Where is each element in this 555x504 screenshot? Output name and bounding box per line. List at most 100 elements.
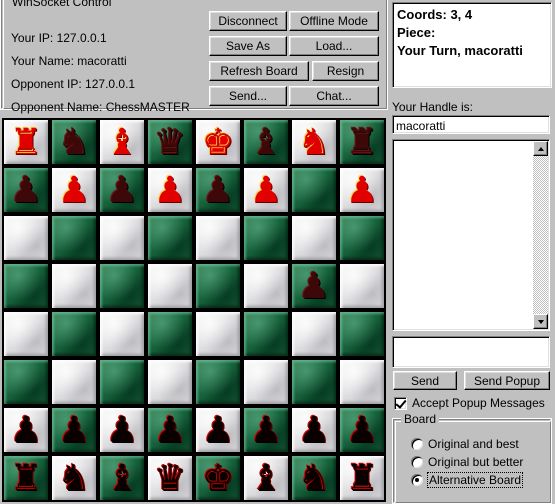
chat-button[interactable]: Chat...	[289, 86, 379, 106]
board-square-f1[interactable]: ♝	[242, 454, 290, 502]
board-square-e5[interactable]	[194, 262, 242, 310]
piece-red-rook[interactable]: ♜	[2, 118, 50, 166]
board-square-b8[interactable]: ♞	[50, 118, 98, 166]
board-square-f8[interactable]: ♝	[242, 118, 290, 166]
board-square-e2[interactable]: ♟	[194, 406, 242, 454]
board-square-g4[interactable]	[290, 310, 338, 358]
board-square-h6[interactable]	[338, 214, 386, 262]
piece-red-king[interactable]: ♚	[194, 118, 242, 166]
piece-maroon-queen[interactable]: ♛	[146, 118, 194, 166]
radio-alternative-board[interactable]: Alternative Board	[411, 472, 524, 488]
board-square-b3[interactable]	[50, 358, 98, 406]
board-square-d3[interactable]	[146, 358, 194, 406]
board-square-c3[interactable]	[98, 358, 146, 406]
piece-maroon-bishop[interactable]: ♝	[242, 118, 290, 166]
board-square-g1[interactable]: ♞	[290, 454, 338, 502]
board-square-c1[interactable]: ♝	[98, 454, 146, 502]
board-square-h5[interactable]	[338, 262, 386, 310]
board-square-c8[interactable]: ♝	[98, 118, 146, 166]
board-square-f6[interactable]	[242, 214, 290, 262]
message-log-scrollbar[interactable]	[533, 141, 548, 329]
piece-blackred-bishop[interactable]: ♝	[98, 454, 146, 502]
scroll-down-icon[interactable]	[533, 314, 548, 329]
board-square-g5[interactable]: ♟	[290, 262, 338, 310]
board-square-c2[interactable]: ♟	[98, 406, 146, 454]
board-square-g7[interactable]	[290, 166, 338, 214]
refresh-board-button[interactable]: Refresh Board	[209, 61, 309, 81]
radio-original-and-best[interactable]: Original and best	[411, 437, 519, 451]
board-square-d2[interactable]: ♟	[146, 406, 194, 454]
board-square-f7[interactable]: ♟	[242, 166, 290, 214]
board-square-b1[interactable]: ♞	[50, 454, 98, 502]
piece-blackred-rook[interactable]: ♜	[2, 454, 50, 502]
board-square-d4[interactable]	[146, 310, 194, 358]
board-square-h2[interactable]: ♟	[338, 406, 386, 454]
piece-red-pawn[interactable]: ♟	[242, 166, 290, 214]
piece-maroon-pawn[interactable]: ♟	[194, 166, 242, 214]
board-square-e1[interactable]: ♚	[194, 454, 242, 502]
radio-alternative-board-indicator[interactable]	[411, 474, 423, 486]
piece-blackred-pawn[interactable]: ♟	[98, 406, 146, 454]
board-square-b7[interactable]: ♟	[50, 166, 98, 214]
disconnect-button[interactable]: Disconnect	[209, 11, 287, 31]
board-square-c4[interactable]	[98, 310, 146, 358]
board-square-e7[interactable]: ♟	[194, 166, 242, 214]
piece-blackred-pawn[interactable]: ♟	[2, 406, 50, 454]
board-square-a3[interactable]	[2, 358, 50, 406]
piece-maroon-pawn[interactable]: ♟	[98, 166, 146, 214]
board-square-g8[interactable]: ♞	[290, 118, 338, 166]
board-square-f5[interactable]	[242, 262, 290, 310]
board-square-d7[interactable]: ♟	[146, 166, 194, 214]
board-square-h3[interactable]	[338, 358, 386, 406]
piece-maroon-knight[interactable]: ♞	[50, 118, 98, 166]
message-input[interactable]	[392, 336, 550, 368]
accept-popup-checkbox-row[interactable]: Accept Popup Messages	[394, 396, 545, 410]
piece-maroon-pawn[interactable]: ♟	[290, 262, 338, 310]
radio-original-but-better[interactable]: Original but better	[411, 455, 523, 469]
piece-red-bishop[interactable]: ♝	[98, 118, 146, 166]
radio-original-and-best-indicator[interactable]	[411, 438, 423, 450]
piece-blackred-pawn[interactable]: ♟	[242, 406, 290, 454]
piece-blackred-bishop[interactable]: ♝	[242, 454, 290, 502]
board-square-g6[interactable]	[290, 214, 338, 262]
board-square-d8[interactable]: ♛	[146, 118, 194, 166]
piece-blackred-queen[interactable]: ♛	[146, 454, 194, 502]
piece-blackred-rook[interactable]: ♜	[338, 454, 386, 502]
piece-red-knight[interactable]: ♞	[290, 118, 338, 166]
board-square-c6[interactable]	[98, 214, 146, 262]
board-square-c7[interactable]: ♟	[98, 166, 146, 214]
board-square-h7[interactable]: ♟	[338, 166, 386, 214]
board-square-a1[interactable]: ♜	[2, 454, 50, 502]
save-as-button[interactable]: Save As	[209, 36, 287, 56]
board-square-b6[interactable]	[50, 214, 98, 262]
board-square-b4[interactable]	[50, 310, 98, 358]
send-button[interactable]: Send	[393, 371, 457, 390]
board-square-b5[interactable]	[50, 262, 98, 310]
board-square-e4[interactable]	[194, 310, 242, 358]
board-square-g2[interactable]: ♟	[290, 406, 338, 454]
board-square-g3[interactable]	[290, 358, 338, 406]
piece-blackred-knight[interactable]: ♞	[290, 454, 338, 502]
chess-board[interactable]: ♜ ♞ ♝ ♛ ♚ ♝ ♞ ♜ ♟ ♟ ♟ ♟ ♟ ♟ ♟ ♟ ♟ ♟ ♟ ♟ ♟ ♟ ♟ ♟ ♜ ♞ ♝ ♛ ♚ ♝ ♞ ♜	[2, 118, 386, 502]
board-square-e3[interactable]	[194, 358, 242, 406]
send-dialog-button[interactable]: Send...	[209, 86, 287, 106]
board-square-f4[interactable]	[242, 310, 290, 358]
board-square-f2[interactable]: ♟	[242, 406, 290, 454]
board-square-a8[interactable]: ♜	[2, 118, 50, 166]
board-square-a5[interactable]	[2, 262, 50, 310]
piece-red-pawn[interactable]: ♟	[50, 166, 98, 214]
accept-popup-checkbox[interactable]	[394, 396, 407, 410]
board-square-h1[interactable]: ♜	[338, 454, 386, 502]
board-square-a4[interactable]	[2, 310, 50, 358]
piece-maroon-rook[interactable]: ♜	[338, 118, 386, 166]
scroll-up-icon[interactable]	[533, 141, 548, 156]
board-square-h8[interactable]: ♜	[338, 118, 386, 166]
board-square-e6[interactable]	[194, 214, 242, 262]
board-square-d1[interactable]: ♛	[146, 454, 194, 502]
piece-blackred-pawn[interactable]: ♟	[338, 406, 386, 454]
board-square-d6[interactable]	[146, 214, 194, 262]
board-square-a6[interactable]	[2, 214, 50, 262]
piece-red-pawn[interactable]: ♟	[338, 166, 386, 214]
offline-mode-button[interactable]: Offline Mode	[289, 11, 379, 31]
board-square-a2[interactable]: ♟	[2, 406, 50, 454]
